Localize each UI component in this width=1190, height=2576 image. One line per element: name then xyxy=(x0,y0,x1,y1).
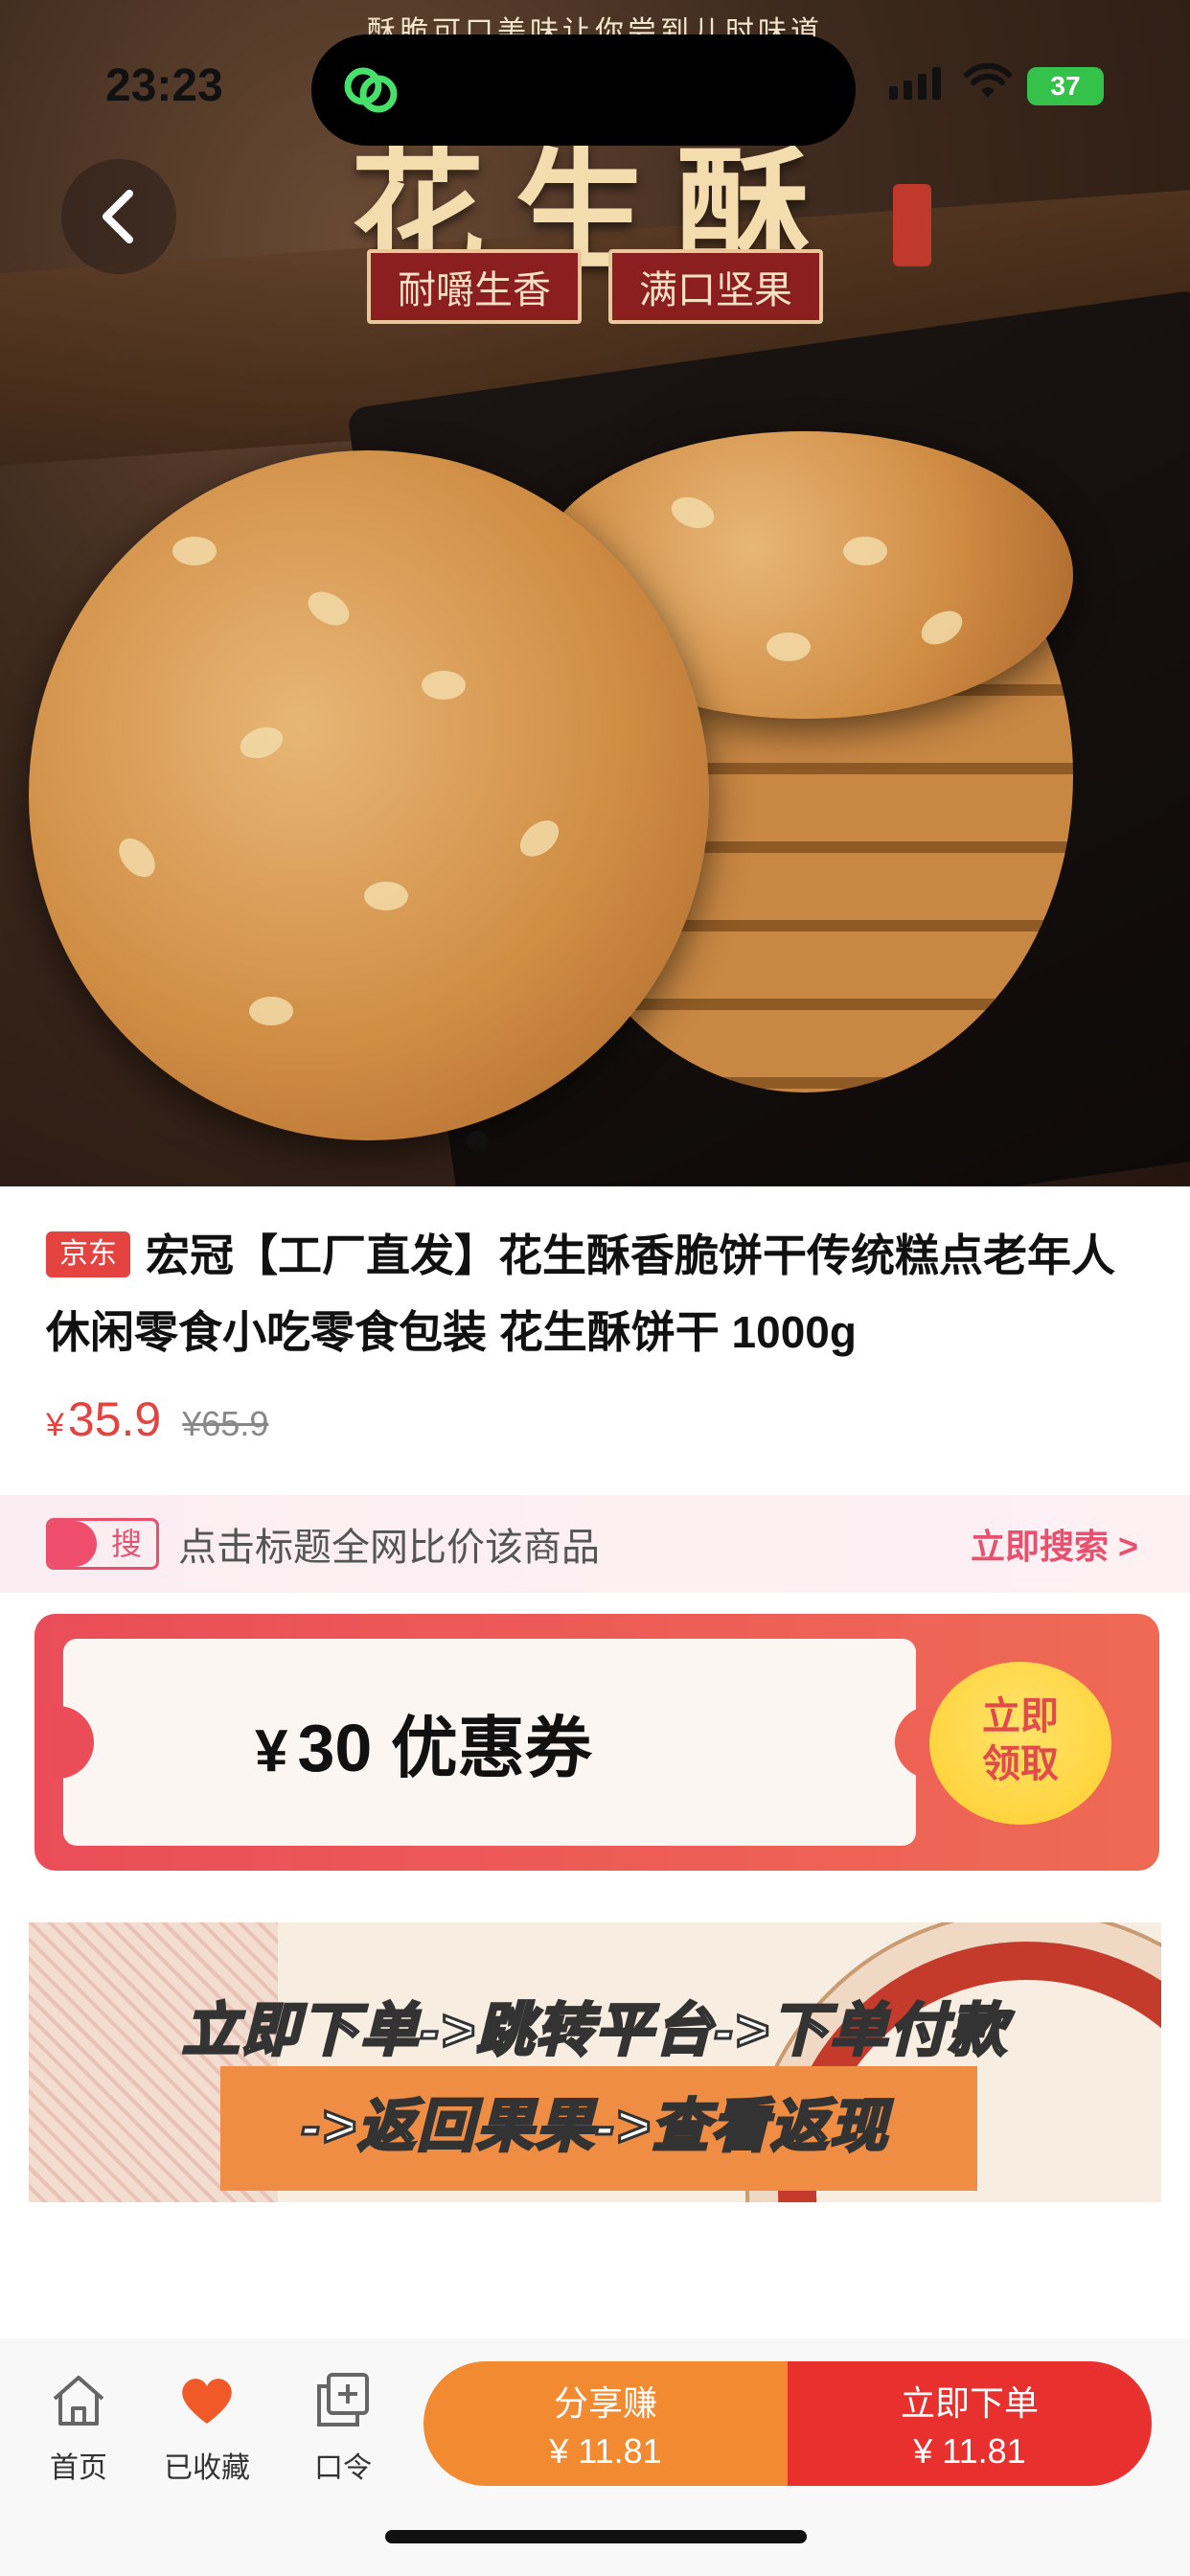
tab-favorites[interactable]: 已收藏 xyxy=(149,2367,264,2486)
share-value: ¥ 11.81 xyxy=(549,2431,662,2471)
biscuit-front xyxy=(29,450,709,1140)
peanut-piece xyxy=(249,997,293,1025)
claim-label-line2: 领取 xyxy=(982,1743,1059,1785)
hero-tags: 耐嚼生香 满口坚果 xyxy=(0,249,1190,324)
copy-plus-icon xyxy=(317,2373,369,2426)
buy-value: ¥ 11.81 xyxy=(913,2431,1026,2471)
home-icon-wrap xyxy=(21,2367,136,2434)
status-time: 23:23 xyxy=(105,60,223,111)
tab-code[interactable]: 口令 xyxy=(286,2367,400,2486)
product-title: 宏冠【工厂直发】花生酥香脆饼干传统糕点老年人休闲零食小吃零食包装 花生酥饼干 1… xyxy=(46,1230,1115,1357)
price-row: ¥35.9 ¥65.9 xyxy=(46,1392,1148,1447)
product-title-row[interactable]: 京东 宏冠【工厂直发】花生酥香脆饼干传统糕点老年人休闲零食小吃零食包装 花生酥饼干… xyxy=(46,1217,1148,1370)
price-currency: ¥ xyxy=(46,1407,64,1443)
dynamic-island xyxy=(311,34,856,146)
original-price: ¥65.9 xyxy=(182,1404,269,1443)
tab-home[interactable]: 首页 xyxy=(21,2367,136,2486)
price-compare-text: 点击标题全网比价该商品 xyxy=(178,1527,600,1569)
platform-badge: 京东 xyxy=(46,1231,130,1277)
hero-tag: 满口坚果 xyxy=(608,249,823,324)
peanut-piece xyxy=(172,537,217,565)
coupon-amount: ¥30 优惠券 xyxy=(255,1694,592,1791)
search-tag-pill xyxy=(49,1521,97,1567)
heart-icon xyxy=(182,2379,232,2424)
battery-indicator: 37 xyxy=(1027,67,1104,105)
link-app-icon xyxy=(344,67,398,113)
wifi-icon xyxy=(964,63,1012,98)
home-icon xyxy=(53,2376,104,2426)
back-button[interactable] xyxy=(61,159,176,274)
share-earn-button[interactable]: 分享赚 ¥ 11.81 xyxy=(423,2361,788,2486)
banner-line-1: 立即下单->跳转平台->下单付款 xyxy=(180,1997,1009,2064)
hero-tag: 耐嚼生香 xyxy=(367,249,582,324)
product-info: 京东 宏冠【工厂直发】花生酥香脆饼干传统糕点老年人休闲零食小吃零食包装 花生酥饼干… xyxy=(46,1217,1148,1447)
signal-icon xyxy=(889,67,941,100)
cashback-flow-banner: 立即下单->跳转平台->下单付款 ->返回果果->查看返现 xyxy=(29,1922,1161,2202)
chevron-left-icon xyxy=(103,190,133,243)
product-image-carousel[interactable]: 酥脆可口美味让你尝到儿时味道 花生酥 耐嚼生香 满口坚果 xyxy=(0,0,1190,1186)
peanut-piece xyxy=(767,632,811,661)
buy-now-button[interactable]: 立即下单 ¥ 11.81 xyxy=(788,2361,1152,2486)
peanut-piece xyxy=(364,882,408,910)
home-indicator[interactable] xyxy=(385,2530,807,2543)
carousel-dot-indicator xyxy=(467,1131,488,1152)
heart-icon-wrap xyxy=(149,2367,264,2434)
peanut-piece xyxy=(843,537,887,565)
tab-favorites-label: 已收藏 xyxy=(164,2452,250,2484)
tab-code-label: 口令 xyxy=(314,2452,372,2484)
search-tag: 搜 xyxy=(46,1518,159,1570)
coupon-value: 30 优惠券 xyxy=(297,1711,592,1785)
coupon-currency: ¥ xyxy=(255,1718,288,1784)
search-tag-label: 搜 xyxy=(110,1527,142,1561)
copy-plus-icon-wrap xyxy=(286,2367,400,2434)
buy-label: 立即下单 xyxy=(900,2383,1039,2423)
claim-coupon-button[interactable]: 立即 领取 xyxy=(929,1662,1111,1825)
peanut-piece xyxy=(422,671,466,700)
share-label: 分享赚 xyxy=(553,2383,657,2423)
search-now-link[interactable]: 立即搜索 > xyxy=(971,1519,1138,1569)
price-compare-bar[interactable]: 搜 点击标题全网比价该商品 立即搜索 > xyxy=(0,1495,1190,1593)
claim-label-line1: 立即 xyxy=(982,1695,1059,1737)
current-price: ¥35.9 xyxy=(46,1392,161,1447)
tab-home-label: 首页 xyxy=(50,2452,107,2484)
banner-line-2: ->返回果果->查看返现 xyxy=(299,2093,890,2160)
coupon-card[interactable]: ¥30 优惠券 立即 领取 xyxy=(34,1614,1159,1871)
price-value: 35.9 xyxy=(67,1392,162,1446)
